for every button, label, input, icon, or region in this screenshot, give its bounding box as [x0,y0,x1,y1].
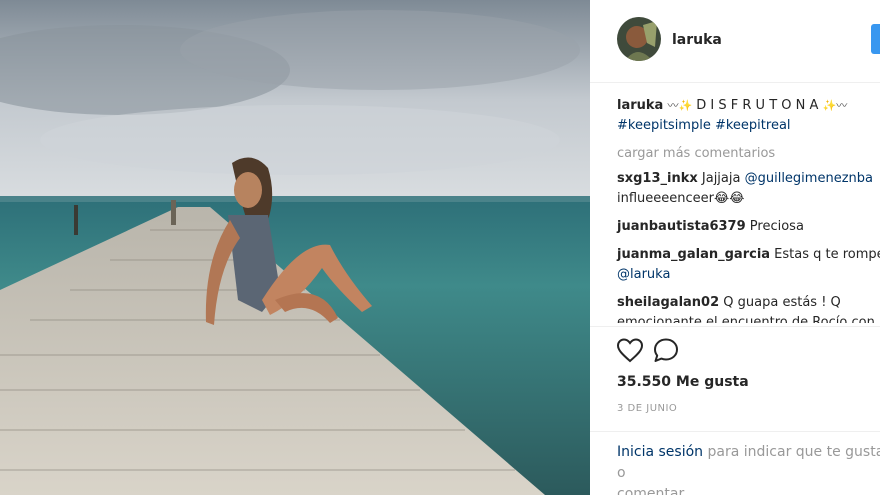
post-photo[interactable] [0,0,590,495]
comment-text-continued: influeeeenceer😂😂 [617,191,745,206]
login-link[interactable]: Inicia sesión [617,444,703,460]
post-side-panel: laruka laruka 〰✨ D I S F R U T O N A ✨〰 … [590,0,880,495]
follow-button[interactable] [871,24,880,54]
comment-mention[interactable]: @guillegimeneznba [745,171,873,186]
login-text-continued: comentar. [617,486,688,495]
comment-username[interactable]: juanma_galan_garcia [617,247,770,262]
beach-dock-photo [0,0,590,495]
comment-text: Jajjaja [697,171,745,186]
avatar[interactable] [617,17,661,61]
comment-text-continued: emocionante el encuentro de Rocío con [617,315,875,323]
comment-text: Estas q te rompes [770,247,880,262]
comment: juanbautista6379 Preciosa [617,217,880,237]
comment-username[interactable]: juanbautista6379 [617,219,746,234]
post-username[interactable]: laruka [672,32,722,48]
caption-username[interactable]: laruka [617,98,663,113]
wave-emoji: 〰 [667,99,679,112]
load-more-comments-button[interactable]: cargar más comentarios [617,144,880,164]
sparkles-emoji-2: ✨ [822,99,837,112]
comment-mention[interactable]: @laruka [617,267,670,282]
comment-text: Q guapa estás ! Q [719,295,841,310]
likes-count[interactable]: 35.550 Me gusta [617,374,749,390]
post-date: 3 DE JUNIO [617,403,678,414]
comment-icon[interactable] [652,337,680,367]
login-divider [590,431,880,432]
hashtag-keepitreal[interactable]: #keepitreal [715,118,791,133]
login-prompt: Inicia sesión para indicar que te gusta … [617,442,880,495]
heart-icon[interactable] [616,337,644,367]
post-header: laruka [590,0,880,83]
caption: laruka 〰✨ D I S F R U T O N A ✨〰 #keepit… [617,96,880,136]
wave-emoji-2: 〰 [836,99,848,112]
comment-text: Preciosa [745,219,804,234]
comment: sxg13_inkx Jajjaja @guillegimeneznba inf… [617,169,880,209]
comment: juanma_galan_garcia Estas q te rompes @l… [617,245,880,285]
sparkles-emoji: ✨ [678,99,693,112]
actions-divider [590,326,880,327]
caption-text: D I S F R U T O N A [692,98,823,113]
hashtag-keepitsimple[interactable]: #keepitsimple [617,118,711,133]
comment-username[interactable]: sxg13_inkx [617,171,698,186]
comment-username[interactable]: sheilagalan02 [617,295,719,310]
comments-section: laruka 〰✨ D I S F R U T O N A ✨〰 #keepit… [617,96,880,323]
comment: sheilagalan02 Q guapa estás ! Q emociona… [617,293,880,323]
